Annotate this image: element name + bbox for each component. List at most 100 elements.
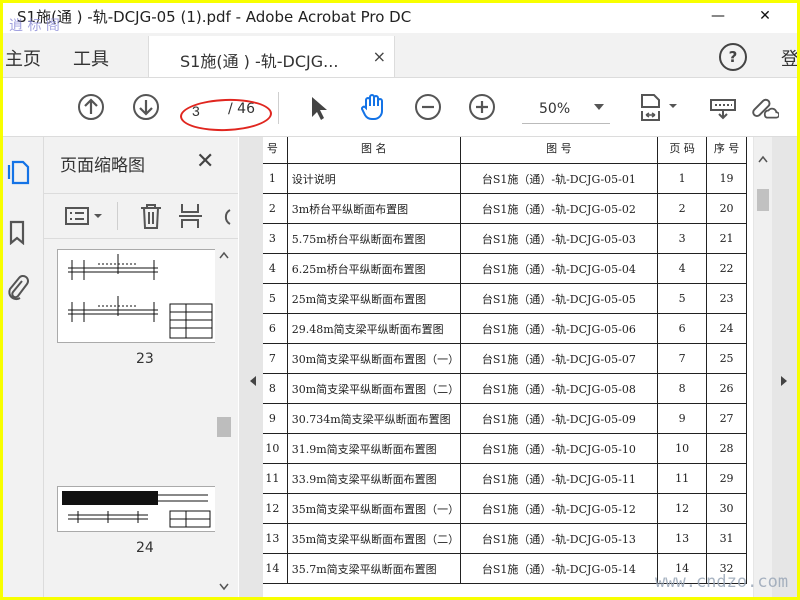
row-index-cell: 11 [263,463,288,494]
close-window-button[interactable]: ✕ [745,3,785,29]
drawing-name-cell: 33.9m简支梁平纵断面布置图 [286,463,461,494]
table-body: 1 设计说明 台S1施（通）-轨-DCJG-05-01 1 19 2 3m桥台平纵断面布置图… [263,163,747,584]
drawing-name-cell: 30m简支梁平纵断面布置图（二） [286,373,461,404]
sequence-cell: 19 [706,163,747,194]
panel-divider [117,202,118,230]
collapse-panel-icon[interactable] [249,375,257,387]
page-number-cell: 3 [657,223,708,254]
row-index-cell: 13 [263,523,288,554]
table-row: 11 33.9m简支梁平纵断面布置图 台S1施（通）-轨-DCJG-05-11 11 2… [263,463,747,494]
help-icon[interactable]: ? [719,43,747,71]
drawing-code-cell: 台S1施（通）-轨-DCJG-05-09 [459,403,659,434]
row-index-cell: 3 [263,223,288,254]
drawing-code-cell: 台S1施（通）-轨-DCJG-05-12 [459,493,659,524]
table-row: 8 30m简支梁平纵断面布置图（二） 台S1施（通）-轨-DCJG-05-08 8 26 [263,373,747,404]
drawing-name-cell: 30m简支梁平纵断面布置图（一） [286,343,461,374]
zoom-in-icon[interactable] [467,92,497,122]
drawing-name-cell: 设计说明 [286,163,461,194]
row-index-cell: 2 [263,193,288,224]
drawing-code-cell: 台S1施（通）-轨-DCJG-05-02 [459,193,659,224]
select-arrow-icon[interactable] [303,92,333,122]
thumbnails-scrollbar[interactable] [215,247,233,597]
drawing-code-cell: 台S1施（通）-轨-DCJG-05-06 [459,313,659,344]
hand-tool-icon[interactable] [358,92,388,122]
zoom-dropdown[interactable]: 50% [522,97,610,124]
document-tab-label: S1施(通 ) -轨-DCJG... [180,52,339,71]
watermark-top: 逍 标 阁 [9,18,60,34]
sequence-cell: 22 [706,253,747,284]
drawing-name-cell: 30.734m简支梁平纵断面布置图 [286,403,461,434]
page-number-cell: 13 [657,523,708,554]
row-index-cell: 10 [263,433,288,464]
scroll-down-icon[interactable] [219,583,229,591]
expand-panel-icon[interactable] [780,375,788,387]
thumbnail-page-number: 24 [136,540,154,556]
tab-home[interactable]: 主页 [5,45,41,71]
page-number-cell: 1 [657,163,708,194]
document-scrollbar[interactable] [754,137,772,597]
table-header-row: 号 图 名 图 号 页 码 序 号 [263,137,747,164]
sequence-cell: 23 [706,283,747,314]
scroll-up-icon[interactable] [758,155,768,163]
drawing-code-cell: 台S1施（通）-轨-DCJG-05-08 [459,373,659,404]
options-menu-icon[interactable] [64,204,106,228]
row-index-cell: 6 [263,313,288,344]
sequence-cell: 26 [706,373,747,404]
main-toolbar: / 46 50% [3,78,797,137]
table-row: 9 30.734m简支梁平纵断面布置图 台S1施（通）-轨-DCJG-05-09 9 2… [263,403,747,434]
window-title: S1施(通 ) -轨-DCJG-05 (1).pdf - Adobe Acrob… [17,8,412,26]
close-panel-icon[interactable]: ✕ [196,149,214,174]
tab-bar: 主页 工具 S1施(通 ) -轨-DCJG... × ? 登 [3,33,797,78]
document-viewer: 号 图 名 图 号 页 码 序 号 1 设计说明 台S1施（通）-轨-DCJG-05… [239,137,797,597]
chevron-down-icon [594,104,604,110]
drawing-name-cell: 29.48m简支梁平纵断面布置图 [286,313,461,344]
delete-page-icon[interactable] [138,202,164,230]
row-index-cell: 1 [263,163,288,194]
sequence-cell: 29 [706,463,747,494]
next-page-icon[interactable] [131,92,161,122]
extract-pages-icon[interactable] [178,202,204,230]
rotate-page-icon[interactable] [218,202,232,230]
page-display-icon[interactable] [637,92,681,122]
row-index-cell: 12 [263,493,288,524]
table-row: 7 30m简支梁平纵断面布置图（一） 台S1施（通）-轨-DCJG-05-07 7 25 [263,343,747,374]
previous-page-icon[interactable] [76,92,106,122]
minimize-icon: — [711,8,725,24]
drawing-name-cell: 3m桥台平纵断面布置图 [286,193,461,224]
row-index-cell: 5 [263,283,288,314]
drawing-name-cell: 6.25m桥台平纵断面布置图 [286,253,461,284]
keyboard-icon[interactable] [708,92,738,122]
column-header: 序 号 [706,137,747,164]
page-number-cell: 2 [657,193,708,224]
tab-document[interactable]: S1施(通 ) -轨-DCJG... × [148,36,395,77]
bookmark-icon[interactable] [6,219,30,245]
drawing-name-cell: 25m简支梁平纵断面布置图 [286,283,461,314]
acrobat-window: S1施(通 ) -轨-DCJG-05 (1).pdf - Adobe Acrob… [3,3,797,597]
drawing-code-cell: 台S1施（通）-轨-DCJG-05-14 [459,553,659,584]
row-index-cell: 9 [263,403,288,434]
signin-link[interactable]: 登 [781,45,797,71]
page-number-cell: 5 [657,283,708,314]
thumbnail-page-23[interactable] [57,249,217,343]
link-cloud-icon[interactable] [749,92,779,122]
sequence-cell: 20 [706,193,747,224]
scrollbar-thumb[interactable] [217,417,231,437]
drawing-code-cell: 台S1施（通）-轨-DCJG-05-01 [459,163,659,194]
attachment-icon[interactable] [6,273,30,303]
page-number-cell: 9 [657,403,708,434]
page-number-cell: 4 [657,253,708,284]
panel-title: 页面缩略图 [60,156,145,176]
drawing-index-table: 号 图 名 图 号 页 码 序 号 1 设计说明 台S1施（通）-轨-DCJG-05… [263,137,747,584]
zoom-out-icon[interactable] [413,92,443,122]
thumbnail-page-24[interactable] [57,486,217,532]
page-number-cell: 8 [657,373,708,404]
minimize-button[interactable]: — [698,3,738,29]
drawing-code-cell: 台S1施（通）-轨-DCJG-05-03 [459,223,659,254]
row-index-cell: 8 [263,373,288,404]
close-tab-icon[interactable]: × [373,47,386,66]
table-row: 4 6.25m桥台平纵断面布置图 台S1施（通）-轨-DCJG-05-04 4 22 [263,253,747,284]
scrollbar-thumb[interactable] [757,189,769,211]
page-thumbnails-icon[interactable] [6,159,30,185]
scroll-up-icon[interactable] [219,251,229,259]
tab-tools[interactable]: 工具 [73,45,109,71]
